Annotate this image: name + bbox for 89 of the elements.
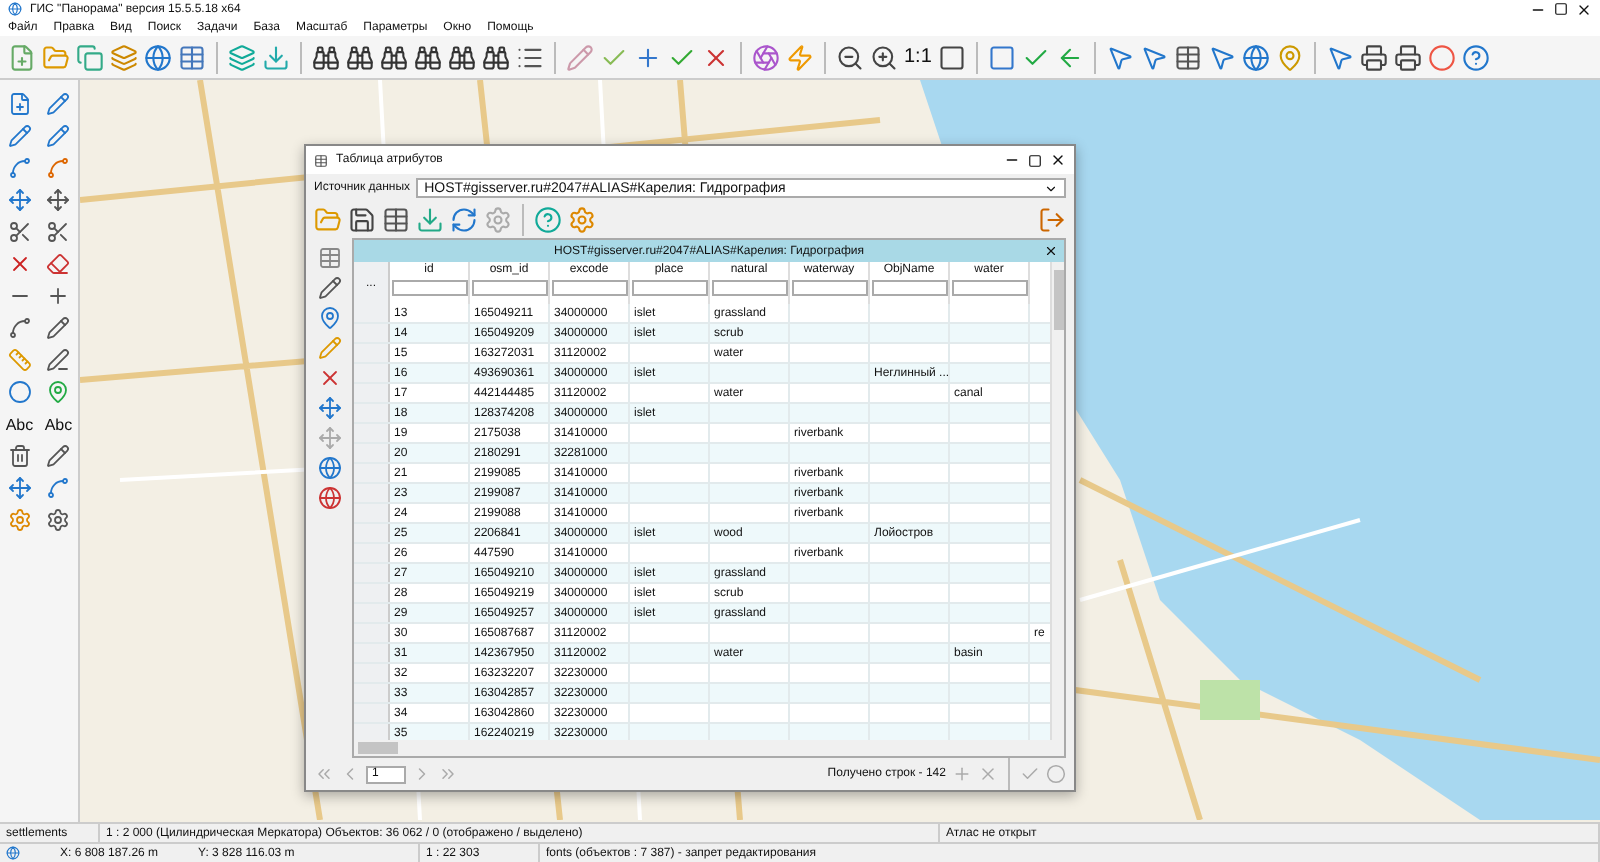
horizontal-scrollbar[interactable] [354, 740, 1064, 756]
filter-field[interactable] [871, 280, 947, 296]
save-icon[interactable] [348, 206, 376, 234]
app-icon [8, 2, 22, 16]
binoculars-icon[interactable] [346, 43, 374, 71]
new-file-icon[interactable] [8, 43, 36, 71]
scissors-icon[interactable] [46, 220, 71, 244]
square-icon[interactable] [937, 43, 966, 71]
close-icon[interactable] [1050, 152, 1066, 168]
trash-icon[interactable] [7, 444, 32, 468]
tool-icon[interactable] [318, 246, 342, 270]
tool-icon[interactable] [318, 306, 342, 330]
binoculars-icon[interactable] [448, 43, 476, 71]
globe-icon[interactable] [1241, 43, 1270, 71]
table-icon[interactable] [382, 206, 410, 234]
pointer-icon[interactable] [1325, 43, 1354, 71]
table-icon[interactable] [178, 43, 206, 71]
pen-icon[interactable] [46, 348, 71, 372]
pointer-icon[interactable] [1207, 43, 1236, 71]
move-icon[interactable] [46, 188, 71, 212]
text-tool-button[interactable]: Abc [5, 415, 34, 433]
copy-icon[interactable] [76, 43, 104, 71]
pencil-icon[interactable] [46, 92, 71, 116]
binoculars-icon[interactable] [482, 43, 510, 71]
filter-field[interactable] [711, 280, 787, 296]
pencil-icon[interactable] [7, 124, 32, 148]
plus-icon[interactable] [634, 43, 662, 71]
pencil-icon[interactable] [46, 316, 71, 340]
table-icon[interactable] [1173, 43, 1202, 71]
aperture-icon[interactable] [752, 43, 780, 71]
eraser-icon[interactable] [46, 252, 71, 276]
tool-icon[interactable] [318, 276, 342, 300]
filter-field[interactable] [391, 280, 467, 296]
curve-icon[interactable] [7, 316, 32, 340]
tool-icon[interactable] [318, 486, 342, 510]
pointer-icon[interactable] [1105, 43, 1134, 71]
folder-icon[interactable] [42, 43, 70, 71]
filter-field[interactable] [471, 280, 547, 296]
printer-icon[interactable] [1359, 43, 1388, 71]
text-tool-button[interactable]: Abc [44, 415, 73, 433]
close-icon[interactable] [1044, 244, 1058, 258]
vertical-scrollbar[interactable] [1050, 262, 1064, 740]
filter-field[interactable] [791, 280, 867, 296]
zoom-out-icon[interactable] [836, 43, 864, 71]
pin-icon[interactable] [1275, 43, 1304, 71]
pointer-icon[interactable] [1139, 43, 1168, 71]
binoculars-icon[interactable] [312, 43, 340, 71]
maximize-icon[interactable] [1554, 2, 1568, 16]
curve-icon[interactable] [7, 156, 32, 180]
layers-icon[interactable] [228, 43, 256, 71]
tool-icon[interactable] [318, 396, 342, 420]
move-icon[interactable] [7, 188, 32, 212]
pencil-icon[interactable] [46, 124, 71, 148]
exit-icon[interactable] [1038, 206, 1066, 234]
window-icon[interactable] [987, 43, 1016, 71]
tool-icon[interactable] [318, 456, 342, 480]
table-icon [314, 153, 328, 167]
lightning-icon[interactable] [786, 43, 814, 71]
check-icon[interactable] [1020, 764, 1040, 784]
filter-field[interactable] [551, 280, 627, 296]
globe-icon[interactable] [144, 43, 172, 71]
scale-one-to-one-button[interactable]: 1:1 [904, 46, 932, 68]
close-icon[interactable] [1576, 1, 1592, 17]
download-icon[interactable] [262, 43, 290, 71]
curve-icon[interactable] [46, 476, 71, 500]
first-page-icon[interactable] [314, 764, 334, 784]
scissors-icon[interactable] [7, 220, 32, 244]
help-icon[interactable] [1461, 43, 1490, 71]
refresh-icon[interactable] [450, 206, 478, 234]
move-icon[interactable] [7, 476, 32, 500]
filter-field[interactable] [951, 280, 1027, 296]
last-page-icon[interactable] [438, 764, 458, 784]
circle-icon[interactable] [7, 380, 32, 404]
binoculars-icon[interactable] [414, 43, 442, 71]
plus-icon[interactable] [46, 284, 71, 308]
binoculars-icon[interactable] [380, 43, 408, 71]
gear-icon[interactable] [46, 508, 71, 532]
zoom-in-icon[interactable] [870, 43, 898, 71]
layers-icon[interactable] [110, 43, 138, 71]
help-icon[interactable] [534, 206, 562, 234]
pencil-icon[interactable] [46, 444, 71, 468]
printer-icon[interactable] [1393, 43, 1422, 71]
cancel-icon[interactable] [1046, 764, 1066, 784]
curve-icon[interactable] [46, 156, 71, 180]
maximize-icon[interactable] [1028, 153, 1042, 167]
tool-icon[interactable] [318, 366, 342, 390]
filter-field[interactable] [631, 280, 707, 296]
new-file-icon[interactable] [7, 92, 32, 116]
globe-icon [6, 846, 20, 860]
